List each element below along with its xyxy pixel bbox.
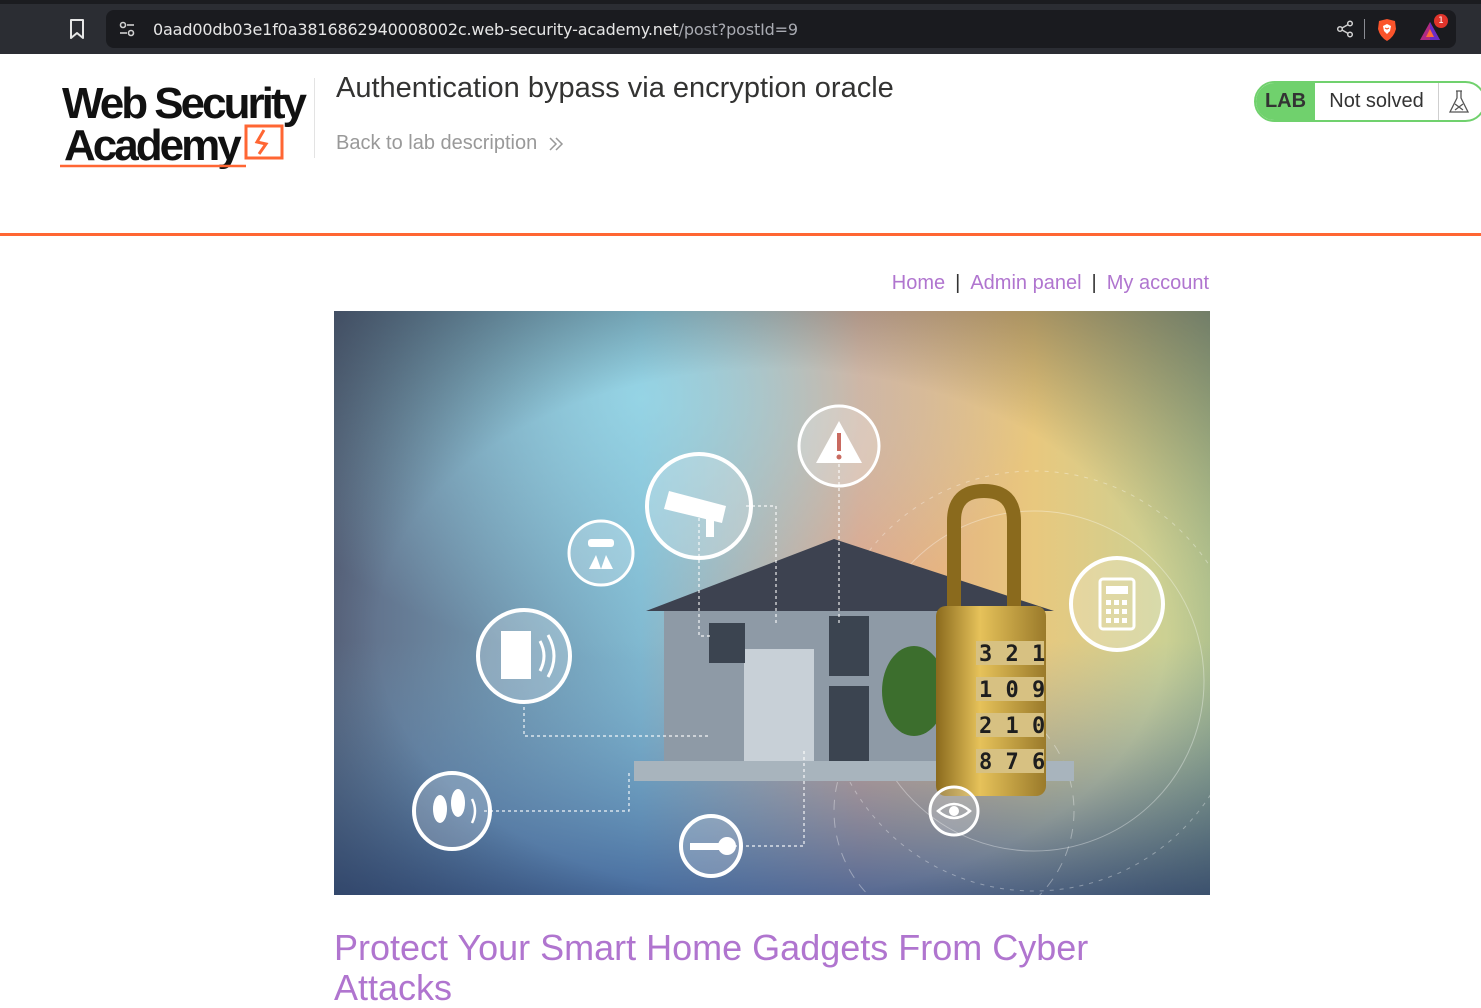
logo-divider [314, 78, 315, 158]
post-hero-image: 3 2 1 1 0 9 2 1 0 8 7 6 [334, 311, 1210, 895]
lock-digits-2: 1 0 9 [979, 678, 1045, 703]
lab-title: Authentication bypass via encryption ora… [336, 72, 894, 104]
browser-toolbar: 0aad00db03e1f0a3816862940008002c.web-sec… [0, 0, 1481, 54]
lock-digits-1: 3 2 1 [979, 642, 1045, 667]
lab-badge: LAB [1256, 83, 1315, 120]
rewards-badge: 1 [1434, 14, 1448, 28]
flask-icon[interactable] [1439, 83, 1479, 120]
logo-text-academy: Academy [64, 121, 242, 170]
double-chevron-right-icon [549, 136, 564, 151]
url-path: /post?postId=9 [678, 20, 799, 39]
nav-separator: | [955, 272, 961, 294]
smoke-detector-icon [567, 519, 635, 587]
url-text[interactable]: 0aad00db03e1f0a3816862940008002c.web-sec… [153, 20, 798, 39]
lab-status-text: Not solved [1315, 83, 1439, 120]
lab-status-widget: LAB Not solved [1254, 81, 1481, 122]
back-link-label: Back to lab description [336, 132, 538, 154]
nav-admin-panel-link[interactable]: Admin panel [970, 272, 1081, 294]
blog-navigation: Home | Admin panel | My account [0, 272, 1209, 295]
alarm-icon [797, 404, 881, 488]
nav-separator: | [1091, 272, 1097, 294]
url-host: 0aad00db03e1f0a3816862940008002c.web-sec… [153, 20, 679, 39]
share-icon[interactable] [1334, 18, 1356, 40]
eye-icon [928, 785, 980, 837]
back-to-lab-description-link[interactable]: Back to lab description [336, 132, 565, 155]
lock-digits-3: 2 1 0 [979, 714, 1045, 739]
brave-shield-icon[interactable] [1374, 17, 1400, 43]
lab-header: Web Security Academy Authentication bypa… [0, 54, 1481, 236]
door-sensor-icon [476, 608, 572, 704]
footsteps-icon [412, 771, 492, 851]
site-settings-icon[interactable] [116, 18, 138, 40]
lock-digits-4: 8 7 6 [979, 750, 1045, 775]
key-icon [679, 814, 743, 878]
toolbar-divider [1364, 19, 1365, 39]
brave-rewards-icon[interactable]: 1 [1418, 14, 1448, 43]
security-camera-icon [645, 452, 753, 560]
nav-home-link[interactable]: Home [892, 272, 945, 294]
bookmark-icon[interactable] [64, 16, 90, 42]
web-security-academy-logo[interactable]: Web Security Academy [58, 78, 318, 170]
nav-my-account-link[interactable]: My account [1107, 272, 1209, 294]
address-bar[interactable]: 0aad00db03e1f0a3816862940008002c.web-sec… [106, 10, 1456, 48]
keypad-icon [1069, 556, 1165, 652]
post-title[interactable]: Protect Your Smart Home Gadgets From Cyb… [334, 928, 1214, 1008]
